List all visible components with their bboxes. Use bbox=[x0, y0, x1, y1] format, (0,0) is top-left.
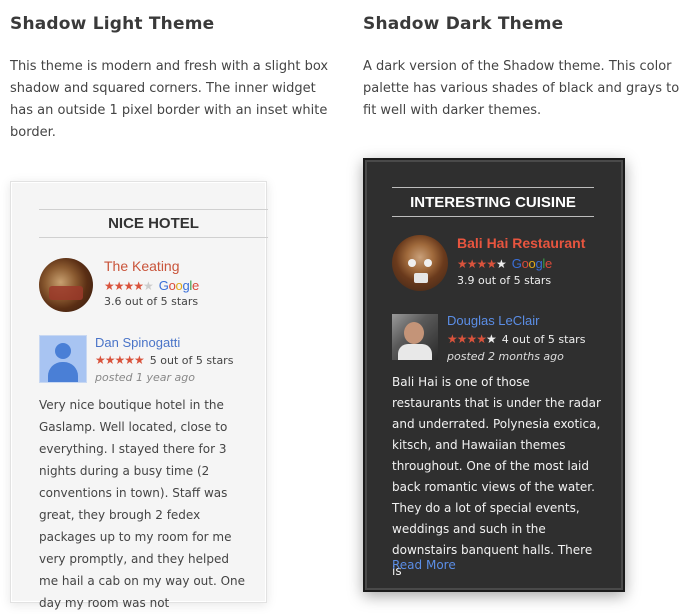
dark-theme-section: Shadow Dark Theme A dark version of the … bbox=[363, 0, 683, 122]
avatar-body-shape bbox=[48, 362, 78, 382]
business-name-link[interactable]: Bali Hai Restaurant bbox=[457, 235, 585, 251]
dark-theme-title: Shadow Dark Theme bbox=[363, 14, 564, 34]
widget-title: INTERESTING CUISINE bbox=[392, 187, 594, 217]
business-rating-row: ★★★★★ Google bbox=[104, 278, 199, 293]
review-stars: ★★★★★ bbox=[447, 332, 497, 346]
reviewer-name-link[interactable]: Douglas LeClair bbox=[447, 313, 540, 328]
light-review-widget: NICE HOTEL The Keating ★★★★★ Google 3.6 … bbox=[10, 181, 268, 610]
review-rating-text: 4 out of 5 stars bbox=[501, 332, 586, 346]
review-text: Bali Hai is one of those restaurants tha… bbox=[392, 375, 601, 578]
google-logo: Google bbox=[511, 256, 552, 271]
review-rating-text: 5 out of 5 stars bbox=[149, 353, 234, 367]
reviewer-avatar[interactable] bbox=[39, 335, 87, 383]
review-stars: ★★★★★ bbox=[95, 353, 145, 367]
business-stars: ★★★★★ bbox=[104, 278, 154, 293]
business-rating-text: 3.9 out of 5 stars bbox=[457, 274, 552, 287]
reviewer-avatar[interactable] bbox=[392, 314, 438, 360]
light-theme-section: Shadow Light Theme This theme is modern … bbox=[10, 0, 340, 144]
read-more-link[interactable]: Read More bbox=[392, 558, 456, 572]
dark-review-widget: INTERESTING CUISINE Bali Hai Restaurant … bbox=[363, 158, 625, 592]
avatar-head-shape bbox=[55, 343, 71, 359]
stars-filled: ★★★★ bbox=[104, 278, 144, 293]
stars-empty: ★ bbox=[486, 332, 497, 346]
review-time: posted 2 months ago bbox=[447, 350, 564, 363]
business-rating-text: 3.6 out of 5 stars bbox=[104, 295, 199, 308]
stars-empty: ★ bbox=[143, 278, 154, 293]
reviewer-name-link[interactable]: Dan Spinogatti bbox=[95, 335, 180, 350]
business-rating-row: ★★★★★ Google bbox=[457, 256, 552, 271]
business-photo[interactable] bbox=[392, 235, 448, 291]
stars-filled: ★★★★ bbox=[457, 256, 497, 271]
dark-theme-description: A dark version of the Shadow theme. This… bbox=[363, 59, 680, 118]
business-photo[interactable] bbox=[39, 258, 93, 312]
light-theme-description: This theme is modern and fresh with a sl… bbox=[10, 59, 329, 140]
light-theme-title: Shadow Light Theme bbox=[10, 14, 215, 34]
review-time: posted 1 year ago bbox=[95, 371, 195, 384]
widget-title: NICE HOTEL bbox=[39, 209, 268, 238]
review-rating-row: ★★★★★ 5 out of 5 stars bbox=[95, 353, 233, 367]
google-logo: Google bbox=[158, 278, 199, 293]
business-stars: ★★★★★ bbox=[457, 256, 507, 271]
review-text: Very nice boutique hotel in the Gaslamp.… bbox=[39, 398, 246, 610]
business-name-link[interactable]: The Keating bbox=[104, 258, 180, 274]
review-rating-row: ★★★★★ 4 out of 5 stars bbox=[447, 332, 585, 346]
stars-empty: ★ bbox=[496, 256, 507, 271]
stars-filled: ★★★★ bbox=[447, 332, 487, 346]
